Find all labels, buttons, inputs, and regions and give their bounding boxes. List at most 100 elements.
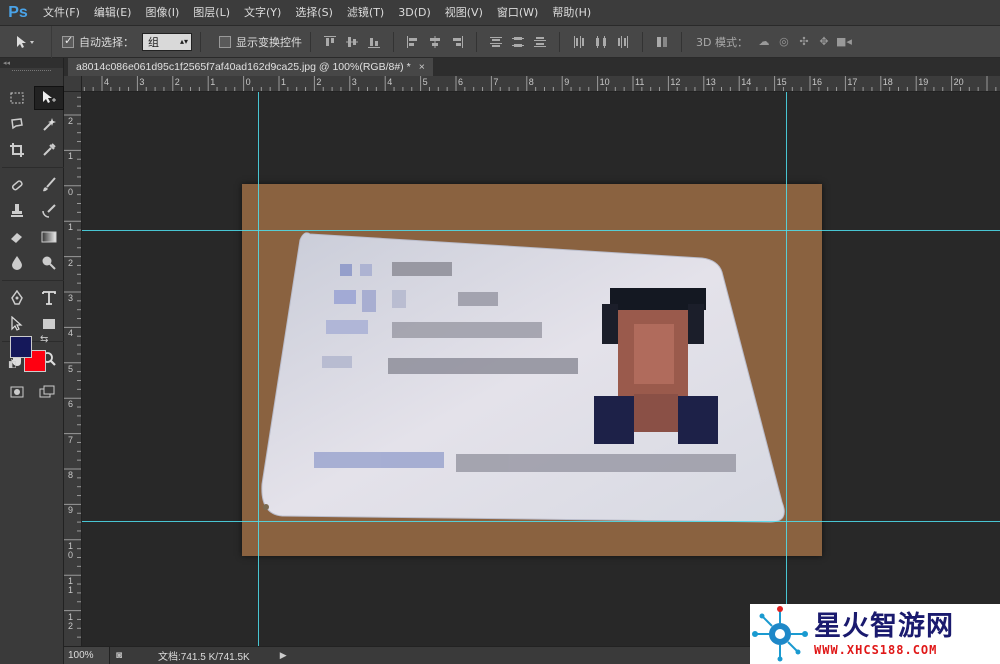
distribute-right-icon[interactable]	[614, 34, 632, 50]
gradient-tool-icon[interactable]	[34, 225, 64, 249]
path-selection-tool-icon[interactable]	[2, 312, 32, 336]
close-icon[interactable]: ×	[419, 61, 425, 73]
ruler-ticks	[83, 76, 997, 91]
photoshop-logo[interactable]: Ps	[0, 0, 36, 26]
crop-tool-icon[interactable]	[2, 138, 32, 162]
align-hcenter-icon[interactable]	[426, 34, 444, 50]
move-tool-icon	[16, 35, 34, 48]
history-brush-tool-icon[interactable]	[34, 199, 64, 223]
auto-align-layers-icon[interactable]	[653, 34, 671, 50]
foreground-color-swatch[interactable]	[10, 336, 32, 358]
vertical-ruler[interactable]: 2101234567891 01 11 21 3	[64, 92, 82, 646]
menu-image[interactable]: 图像(I)	[138, 0, 186, 26]
ruler-label: 4	[104, 77, 110, 87]
status-menu-arrow-icon[interactable]: ▶	[280, 650, 287, 661]
3d-scale-icon[interactable]: ■◂	[834, 34, 854, 50]
menu-window[interactable]: 窗口(W)	[490, 0, 545, 26]
menu-filter[interactable]: 滤镜(T)	[340, 0, 391, 26]
ruler-label: 2	[68, 257, 74, 268]
divider	[642, 31, 643, 52]
lasso-tool-icon[interactable]	[2, 112, 32, 136]
guide-vertical[interactable]	[786, 92, 787, 646]
healing-brush-tool-icon[interactable]	[2, 173, 32, 197]
distribute-vcenter-icon[interactable]	[509, 34, 527, 50]
ruler-label: 5	[68, 363, 74, 374]
zoom-level-field[interactable]: 100%	[64, 646, 110, 664]
type-tool-icon[interactable]	[34, 286, 64, 310]
pen-tool-icon[interactable]	[2, 286, 32, 310]
menu-layer[interactable]: 图层(L)	[186, 0, 237, 26]
id-card-photo	[261, 232, 785, 523]
show-transform-checkbox[interactable]	[219, 35, 231, 48]
tool-preset-picker[interactable]	[0, 25, 52, 58]
menu-help[interactable]: 帮助(H)	[545, 0, 598, 26]
menu-edit[interactable]: 编辑(E)	[87, 0, 139, 26]
ruler-label: 4	[387, 77, 393, 87]
clone-stamp-tool-icon[interactable]	[2, 199, 32, 223]
guide-horizontal[interactable]	[82, 230, 1000, 231]
ruler-label: 12	[670, 77, 681, 87]
distribute-bottom-icon[interactable]	[531, 34, 549, 50]
3d-drag-icon[interactable]: ✣	[794, 34, 814, 50]
divider	[393, 31, 394, 52]
marquee-tool-icon[interactable]	[2, 86, 32, 110]
distribute-hcenter-icon[interactable]	[592, 34, 610, 50]
screen-mode-icon[interactable]	[32, 380, 62, 404]
menu-3d[interactable]: 3D(D)	[391, 0, 438, 26]
brush-tool-icon[interactable]	[34, 173, 64, 197]
distribute-left-icon[interactable]	[570, 34, 588, 50]
eyedropper-tool-icon[interactable]	[34, 138, 64, 162]
magic-wand-tool-icon[interactable]	[34, 112, 64, 136]
distribute-top-icon[interactable]	[487, 34, 505, 50]
align-bottom-icon[interactable]	[365, 34, 383, 50]
guide-vertical[interactable]	[258, 92, 259, 646]
ruler-origin[interactable]	[64, 76, 82, 92]
ruler-label: 5	[422, 77, 428, 87]
menu-file[interactable]: 文件(F)	[36, 0, 87, 26]
document-canvas[interactable]	[242, 184, 822, 556]
canvas-area[interactable]	[82, 92, 1000, 646]
default-colors-icon[interactable]: ◧	[8, 360, 17, 370]
ruler-label: 9	[68, 505, 74, 516]
options-bar: 自动选择： 组 ▴▾ 显示变换控件 3D 模式： ☁ ◎ ✣ ✥ ■◂	[0, 25, 1000, 58]
ruler-label: 16	[812, 77, 823, 87]
ruler-label: 7	[493, 77, 499, 87]
menu-view[interactable]: 视图(V)	[438, 0, 490, 26]
auto-select-label: 自动选择：	[79, 35, 134, 49]
auto-select-checkbox[interactable]	[62, 34, 74, 48]
align-vcenter-icon[interactable]	[343, 34, 361, 50]
align-right-icon[interactable]	[448, 34, 466, 50]
3d-roll-icon[interactable]: ◎	[774, 34, 794, 50]
chevron-updown-icon: ▴▾	[179, 37, 188, 46]
panel-collapse-arrows[interactable]: ◂◂	[0, 58, 63, 68]
3d-rotate-icon[interactable]: ☁	[754, 34, 774, 50]
panel-grip[interactable]	[12, 70, 51, 78]
divider	[476, 31, 477, 52]
3d-slide-icon[interactable]: ✥	[814, 34, 834, 50]
ruler-label: 7	[68, 434, 74, 445]
auto-select-dropdown[interactable]: 组 ▴▾	[142, 32, 192, 51]
tools-panel: ◂◂ ⇆ ◧	[0, 58, 64, 664]
document-tab[interactable]: a8014c086e061d95c1f2565f7af40ad162d9ca25…	[68, 58, 433, 76]
horizontal-ruler[interactable]: 4 3 2 1 0 1 2 3 4 5 6 7 8 9 10 11 12 13 14 15 16 17 18 19 20	[82, 76, 1000, 92]
ruler-label: 10	[599, 77, 610, 87]
blur-tool-icon[interactable]	[2, 251, 32, 275]
eraser-tool-icon[interactable]	[2, 225, 32, 249]
divider	[681, 31, 682, 52]
show-transform-label: 显示变换控件	[236, 35, 302, 49]
menu-select[interactable]: 选择(S)	[288, 0, 340, 26]
guide-horizontal[interactable]	[82, 521, 1000, 522]
move-tool-icon[interactable]	[34, 86, 64, 110]
ruler-label: 13	[705, 77, 716, 87]
menu-type[interactable]: 文字(Y)	[237, 0, 288, 26]
rectangle-tool-icon[interactable]	[34, 312, 64, 336]
ruler-label: 19	[918, 77, 929, 87]
align-top-icon[interactable]	[321, 34, 339, 50]
document-profile-icon[interactable]: ◙	[110, 650, 128, 661]
quick-mask-icon[interactable]	[2, 380, 32, 404]
align-left-icon[interactable]	[404, 34, 422, 50]
document-tab-title: a8014c086e061d95c1f2565f7af40ad162d9ca25…	[76, 61, 411, 73]
ruler-label: 3	[351, 77, 357, 87]
dodge-tool-icon[interactable]	[34, 251, 64, 275]
swap-colors-icon[interactable]: ⇆	[40, 334, 48, 345]
